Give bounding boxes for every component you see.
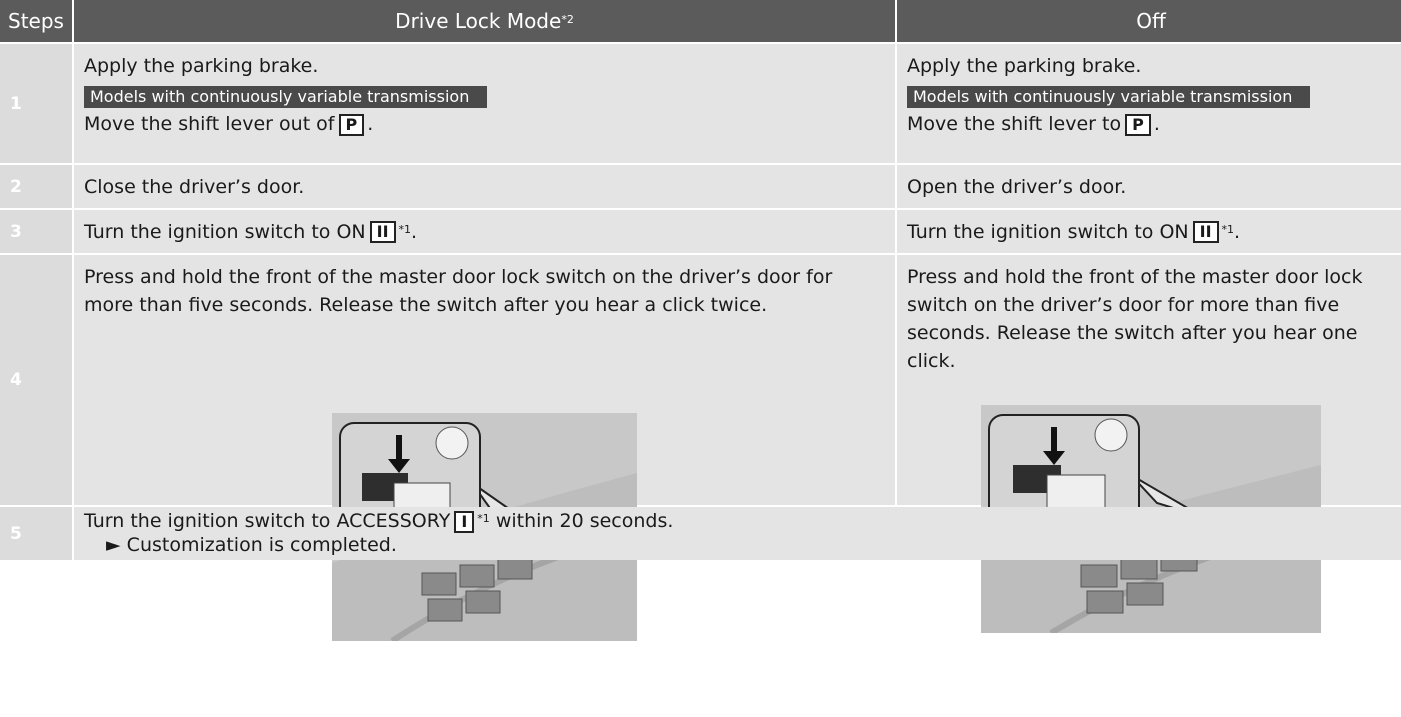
ignition-accessory-key: I (454, 510, 475, 533)
step-1-drive-lock: Apply the parking brake. Models with con… (74, 44, 895, 163)
step-number-5: 5 (0, 507, 72, 560)
step-1-off: Apply the parking brake. Models with con… (897, 44, 1401, 163)
result-arrow-icon: ► (106, 534, 121, 556)
model-tag: Models with continuously variable transm… (907, 86, 1311, 108)
step-4-drive-lock: Press and hold the front of the master d… (74, 255, 895, 641)
step-number-3: 3 (0, 210, 72, 253)
shift-p-key: P (338, 113, 365, 136)
step-number-1: 1 (0, 44, 72, 163)
step-3-off: Turn the ignition switch to ON II *1. (897, 210, 1401, 253)
step-5-both: Turn the ignition switch to ACCESSORY I *1… (74, 507, 1401, 560)
step-number-2: 2 (0, 165, 72, 208)
step-2-off: Open the driver’s door. (897, 165, 1401, 208)
step-4-off: Press and hold the front of the master d… (897, 255, 1401, 633)
customization-table: Steps Drive Lock Mode *2 Off 1 Apply the … (0, 0, 1401, 717)
ignition-on-key: II (1192, 220, 1219, 243)
step-number-4: 4 (0, 255, 72, 505)
ignition-on-key: II (369, 220, 396, 243)
drive-lock-mode-header: Drive Lock Mode *2 (74, 0, 895, 42)
step-3-drive-lock: Turn the ignition switch to ON II *1. (74, 210, 895, 253)
steps-header: Steps (0, 0, 72, 42)
step-2-drive-lock: Close the driver’s door. (74, 165, 895, 208)
off-header: Off (897, 0, 1401, 42)
shift-p-key: P (1125, 113, 1151, 136)
model-tag: Models with continuously variable transm… (84, 86, 488, 108)
